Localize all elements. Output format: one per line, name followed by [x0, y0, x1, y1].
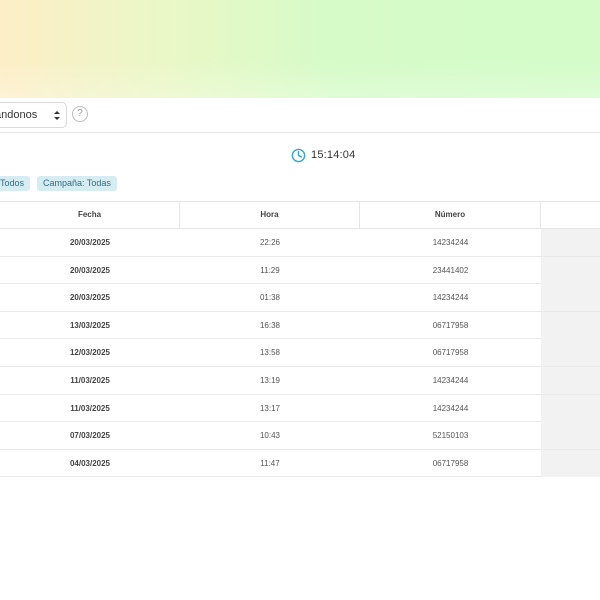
cell-fecha: 07/03/2025 — [69, 431, 111, 441]
table-row[interactable]: 07/03/2025 10:43 52150103 — [0, 422, 600, 450]
cell-actions — [541, 422, 600, 450]
cell-fecha: 12/03/2025 — [69, 348, 111, 358]
cell-numero: 52150103 — [432, 431, 469, 441]
clock: 15:14:04 — [291, 147, 355, 163]
cell-actions — [541, 449, 600, 477]
cell-hora: 22:26 — [259, 238, 281, 247]
cell-numero: 23441402 — [432, 265, 469, 275]
cell-actions — [541, 311, 600, 339]
cell-hora: 13:58 — [259, 348, 281, 358]
cell-hora: 13:17 — [259, 403, 281, 413]
cell-fecha: 11/03/2025 — [70, 376, 110, 385]
select-arrows-icon — [54, 111, 60, 120]
column-header-fecha[interactable]: Fecha — [0, 202, 180, 228]
table-row[interactable]: 13/03/2025 16:38 06717958 — [0, 311, 600, 340]
cell-fecha: 20/03/2025 — [69, 293, 111, 303]
status-select-value: andonos — [0, 109, 38, 121]
cell-numero: 14234244 — [432, 376, 469, 385]
table-row[interactable]: 20/03/2025 22:26 14234244 — [0, 229, 600, 257]
header-banner — [0, 0, 600, 98]
cell-fecha: 04/03/2025 — [69, 458, 111, 468]
cell-fecha: 20/03/2025 — [69, 238, 111, 247]
table-row[interactable]: 11/03/2025 13:17 14234244 — [0, 394, 600, 423]
cell-fecha: 13/03/2025 — [69, 320, 111, 330]
cell-numero: 14234244 — [432, 238, 469, 247]
cell-numero: 14234244 — [432, 293, 469, 303]
cell-actions — [541, 339, 600, 367]
cell-hora: 01:38 — [259, 293, 281, 303]
help-icon[interactable]: ? — [72, 106, 88, 122]
cell-numero: 06717958 — [432, 458, 469, 468]
cell-actions — [541, 229, 600, 256]
cell-hora: 11:29 — [260, 265, 280, 275]
column-header-hora[interactable]: Hora — [180, 202, 360, 228]
cell-fecha: 11/03/2025 — [70, 403, 110, 413]
filter-chip-todos[interactable]: Todos — [0, 176, 31, 191]
cell-numero: 14234244 — [432, 403, 469, 413]
clock-icon — [291, 148, 306, 162]
table-row[interactable]: 11/03/2025 13:19 14234244 — [0, 367, 600, 395]
cell-actions — [541, 394, 600, 422]
table-row[interactable]: 20/03/2025 11:29 23441402 — [0, 256, 600, 285]
table-header: Fecha Hora Número — [0, 202, 600, 229]
filter-chip-campana[interactable]: Campaña: Todas — [37, 176, 117, 191]
toolbar: andonos — [0, 98, 600, 133]
cell-actions — [541, 367, 600, 394]
clock-time: 15:14:04 — [311, 149, 356, 161]
cell-actions — [541, 284, 600, 312]
cell-fecha: 20/03/2025 — [69, 265, 111, 275]
column-header-extra — [541, 202, 600, 228]
column-header-numero[interactable]: Número — [360, 202, 541, 228]
cell-hora: 13:19 — [259, 376, 281, 385]
cell-hora: 10:43 — [259, 431, 281, 441]
cell-actions — [541, 256, 600, 284]
banner-fade — [0, 60, 600, 98]
cell-numero: 06717958 — [432, 320, 469, 330]
cell-hora: 11:47 — [260, 458, 280, 468]
status-select[interactable]: andonos — [0, 102, 67, 128]
table-row[interactable]: 04/03/2025 11:47 06717958 — [0, 449, 600, 478]
cell-numero: 06717958 — [432, 348, 469, 358]
table-row[interactable]: 20/03/2025 01:38 14234244 — [0, 284, 600, 312]
calls-table: Fecha Hora Número 20/03/2025 22:26 1423424… — [0, 201, 600, 478]
cell-hora: 16:38 — [259, 320, 281, 330]
table-row[interactable]: 12/03/2025 13:58 06717958 — [0, 339, 600, 367]
